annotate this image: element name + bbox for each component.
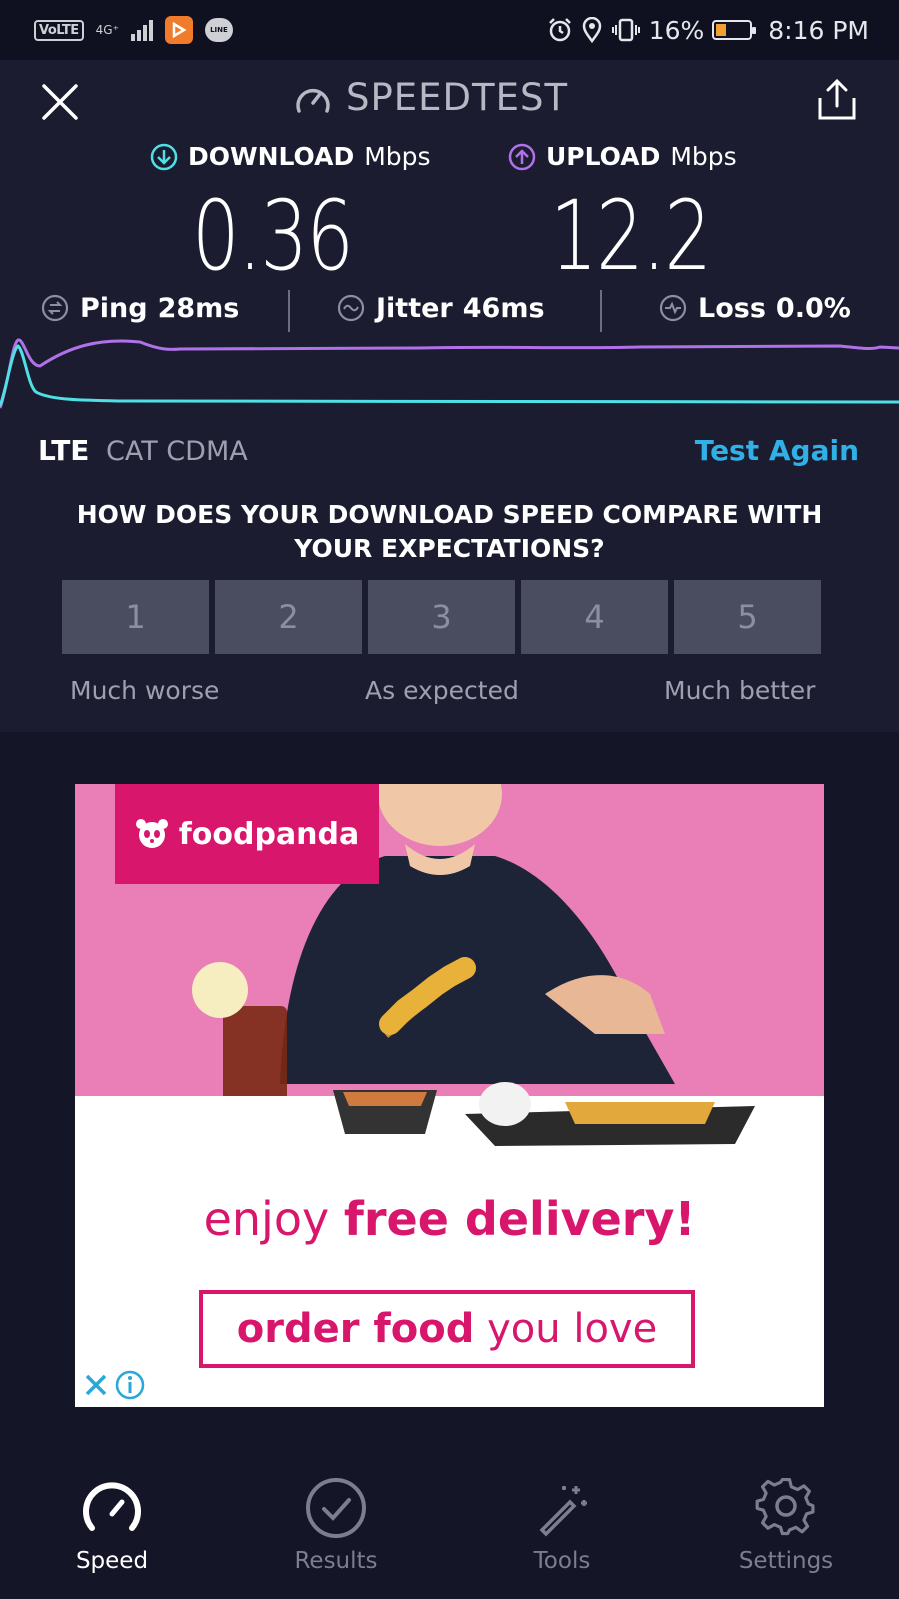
jitter-value: 46ms xyxy=(462,292,545,324)
ad-cta-rest: you love xyxy=(487,1306,658,1352)
ad-headline-prefix: enjoy xyxy=(203,1192,330,1246)
jitter-label: Jitter xyxy=(376,292,453,324)
nav-speed[interactable]: Speed xyxy=(32,1476,192,1574)
ping-value: 28ms xyxy=(157,292,240,324)
ad-cta-bold: order food xyxy=(236,1306,475,1352)
network-type: 4G⁺ xyxy=(95,23,119,37)
test-again-button[interactable]: Test Again xyxy=(695,434,859,467)
download-unit: Mbps xyxy=(364,142,431,171)
app-header: SPEEDTEST xyxy=(0,60,899,136)
location-icon xyxy=(582,17,601,43)
app-notification-icon xyxy=(164,16,193,44)
app-title: SPEEDTEST xyxy=(294,76,568,119)
checkmark-circle-icon xyxy=(306,1478,366,1538)
title-text: SPEEDTEST xyxy=(346,76,569,119)
download-label: DOWNLOAD Mbps xyxy=(150,142,431,171)
nav-settings-label: Settings xyxy=(738,1548,834,1574)
clock: 8:16 PM xyxy=(768,15,869,45)
ping-stat: Ping 28ms xyxy=(40,280,239,336)
alarm-icon xyxy=(548,18,571,42)
line-app-icon: LINE xyxy=(204,18,233,42)
jitter-icon xyxy=(337,294,365,322)
speed-graph xyxy=(0,338,899,409)
battery-percent: 16% xyxy=(648,15,705,45)
upload-value: 12.2 xyxy=(550,180,712,292)
bottom-navigation: Speed Results Tools Settings xyxy=(0,1452,899,1599)
rating-high-label: Much better xyxy=(664,676,816,705)
nav-results[interactable]: Results xyxy=(256,1476,416,1574)
jitter-stat: Jitter 46ms xyxy=(336,280,545,336)
foodpanda-logo: foodpanda xyxy=(115,784,379,884)
speedometer-icon xyxy=(296,88,330,113)
volte-badge: VoLTE xyxy=(34,19,84,41)
loss-label: Loss xyxy=(698,292,766,324)
stats-row: Ping 28ms Jitter 46ms Loss 0.0% xyxy=(0,280,899,336)
loss-icon xyxy=(659,294,687,322)
speedometer-icon xyxy=(83,1482,141,1531)
connection-type: LTE xyxy=(38,434,90,467)
nav-tools[interactable]: Tools xyxy=(482,1476,642,1574)
upload-label-text: UPLOAD xyxy=(546,142,661,171)
ad-controls xyxy=(83,1370,145,1400)
carrier-name: CAT CDMA xyxy=(106,436,248,467)
ping-label: Ping xyxy=(80,292,148,324)
nav-tools-label: Tools xyxy=(533,1548,591,1574)
magic-wand-icon xyxy=(539,1486,587,1537)
upload-speed-line xyxy=(0,338,899,409)
download-label-text: DOWNLOAD xyxy=(188,142,355,171)
network-row: LTE CAT CDMA Test Again xyxy=(0,426,899,476)
panda-icon xyxy=(135,819,168,848)
survey-question: HOW DOES YOUR DOWNLOAD SPEED COMPARE WIT… xyxy=(76,500,823,563)
loss-value: 0.0% xyxy=(775,292,851,324)
nav-speed-label: Speed xyxy=(75,1548,149,1574)
upload-label: UPLOAD Mbps xyxy=(508,142,737,171)
divider xyxy=(288,290,290,332)
rating-3-button[interactable]: 3 xyxy=(368,580,515,654)
vibrate-icon xyxy=(611,18,640,42)
share-icon[interactable] xyxy=(816,78,858,122)
rating-1-button[interactable]: 1 xyxy=(62,580,209,654)
upload-arrow-icon xyxy=(508,143,536,170)
loss-stat: Loss 0.0% xyxy=(658,280,851,336)
ad-close-icon[interactable] xyxy=(83,1372,109,1398)
ping-icon xyxy=(41,294,69,322)
ad-headline: enjoy free delivery! xyxy=(75,1192,824,1246)
rating-4-button[interactable]: 4 xyxy=(521,580,668,654)
nav-settings[interactable]: Settings xyxy=(706,1476,866,1574)
close-icon[interactable] xyxy=(38,80,82,124)
advertisement[interactable]: foodpanda enjoy free delivery! order foo… xyxy=(75,784,824,1407)
rating-2-button[interactable]: 2 xyxy=(215,580,362,654)
rating-buttons: 1 2 3 4 5 xyxy=(62,580,821,654)
divider xyxy=(600,290,602,332)
status-bar: VoLTE 4G⁺ LINE 16% 8:16 PM xyxy=(0,0,899,60)
rating-5-button[interactable]: 5 xyxy=(674,580,821,654)
ad-info-icon[interactable] xyxy=(115,1370,145,1400)
ad-brand-text: foodpanda xyxy=(178,816,360,852)
signal-icon xyxy=(130,19,153,41)
ad-headline-bold: free delivery! xyxy=(343,1192,696,1246)
rating-mid-label: As expected xyxy=(365,676,519,705)
download-speed-line xyxy=(0,344,899,407)
battery-icon xyxy=(712,20,757,40)
download-value: 0.36 xyxy=(192,180,354,292)
nav-results-label: Results xyxy=(294,1548,378,1574)
results-panel: DOWNLOAD Mbps UPLOAD Mbps 0.36 12.2 Ping 2… xyxy=(0,136,899,732)
download-arrow-icon xyxy=(150,143,178,170)
rating-low-label: Much worse xyxy=(70,676,220,705)
ad-cta[interactable]: order food you love xyxy=(199,1290,695,1368)
upload-unit: Mbps xyxy=(670,142,737,171)
gear-icon xyxy=(755,1478,815,1536)
